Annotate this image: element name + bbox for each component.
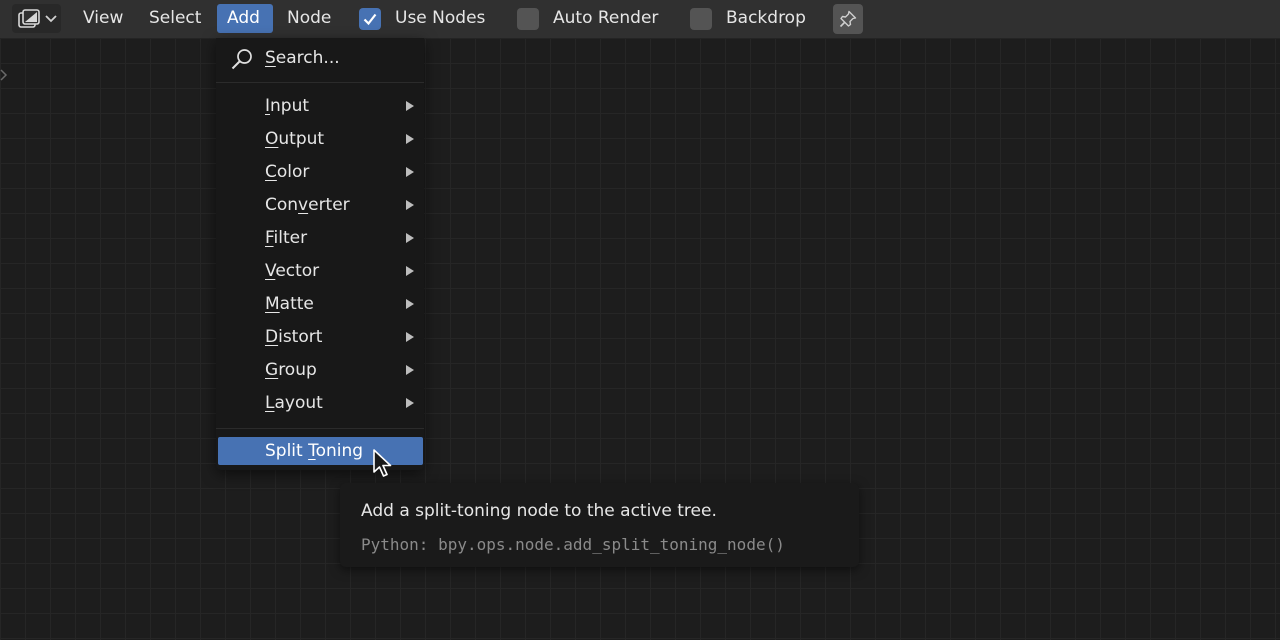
menu-select[interactable]: Select [139, 4, 211, 33]
use-nodes-label[interactable]: Use Nodes [395, 4, 485, 33]
submenu-arrow-icon [406, 266, 414, 276]
add-menu-dropdown: Search... Input Output Color Converter F… [216, 38, 424, 470]
menu-item-matte[interactable]: Matte [216, 288, 424, 321]
tooltip-python: Python: bpy.ops.node.add_split_toning_no… [361, 535, 785, 554]
menu-item-label: Input [265, 96, 310, 116]
menu-item-group[interactable]: Group [216, 354, 424, 387]
pin-icon [839, 10, 857, 28]
menu-item-filter[interactable]: Filter [216, 222, 424, 255]
submenu-arrow-icon [406, 134, 414, 144]
menu-separator [216, 82, 424, 83]
auto-render-checkbox[interactable] [517, 8, 539, 30]
editor-header: View Select Add Node Use Nodes Auto Rend… [0, 0, 1280, 39]
search-icon [231, 49, 252, 70]
menu-item-input[interactable]: Input [216, 90, 424, 123]
submenu-arrow-icon [406, 167, 414, 177]
menu-item-layout[interactable]: Layout [216, 387, 424, 420]
submenu-arrow-icon [406, 101, 414, 111]
menu-item-label: Color [265, 162, 310, 182]
menu-separator [216, 428, 424, 429]
search-label: Search... [265, 48, 340, 68]
compositor-icon [18, 9, 40, 28]
menu-item-label: Filter [265, 228, 308, 248]
menu-item-label: Split Toning [265, 441, 364, 461]
sidebar-toggle-icon[interactable] [0, 66, 9, 84]
auto-render-label[interactable]: Auto Render [553, 4, 658, 33]
menu-item-label: Output [265, 129, 325, 149]
menu-item-label: Converter [265, 195, 350, 215]
menu-add[interactable]: Add [217, 4, 273, 33]
submenu-arrow-icon [406, 365, 414, 375]
backdrop-label[interactable]: Backdrop [726, 4, 806, 33]
tooltip: Add a split-toning node to the active tr… [340, 483, 859, 567]
menu-item-distort[interactable]: Distort [216, 321, 424, 354]
menu-item-output[interactable]: Output [216, 123, 424, 156]
editor-type-selector[interactable] [12, 4, 61, 33]
menu-item-label: Distort [265, 327, 323, 347]
submenu-arrow-icon [406, 398, 414, 408]
menu-item-vector[interactable]: Vector [216, 255, 424, 288]
menu-item-label: Group [265, 360, 317, 380]
menu-item-label: Layout [265, 393, 323, 413]
use-nodes-checkbox[interactable] [359, 8, 381, 30]
submenu-arrow-icon [406, 299, 414, 309]
backdrop-checkbox[interactable] [690, 8, 712, 30]
add-menu-search[interactable]: Search... [216, 38, 424, 80]
menu-item-color[interactable]: Color [216, 156, 424, 189]
checkmark-icon [363, 13, 377, 26]
tooltip-description: Add a split-toning node to the active tr… [361, 501, 717, 521]
menu-view[interactable]: View [73, 4, 133, 33]
menu-node[interactable]: Node [277, 4, 341, 33]
menu-item-label: Vector [265, 261, 320, 281]
submenu-arrow-icon [406, 200, 414, 210]
menu-item-converter[interactable]: Converter [216, 189, 424, 222]
chevron-down-icon [45, 15, 57, 23]
submenu-arrow-icon [406, 332, 414, 342]
submenu-arrow-icon [406, 233, 414, 243]
pin-button[interactable] [833, 4, 863, 34]
menu-item-label: Matte [265, 294, 314, 314]
mouse-cursor-icon [373, 449, 392, 477]
